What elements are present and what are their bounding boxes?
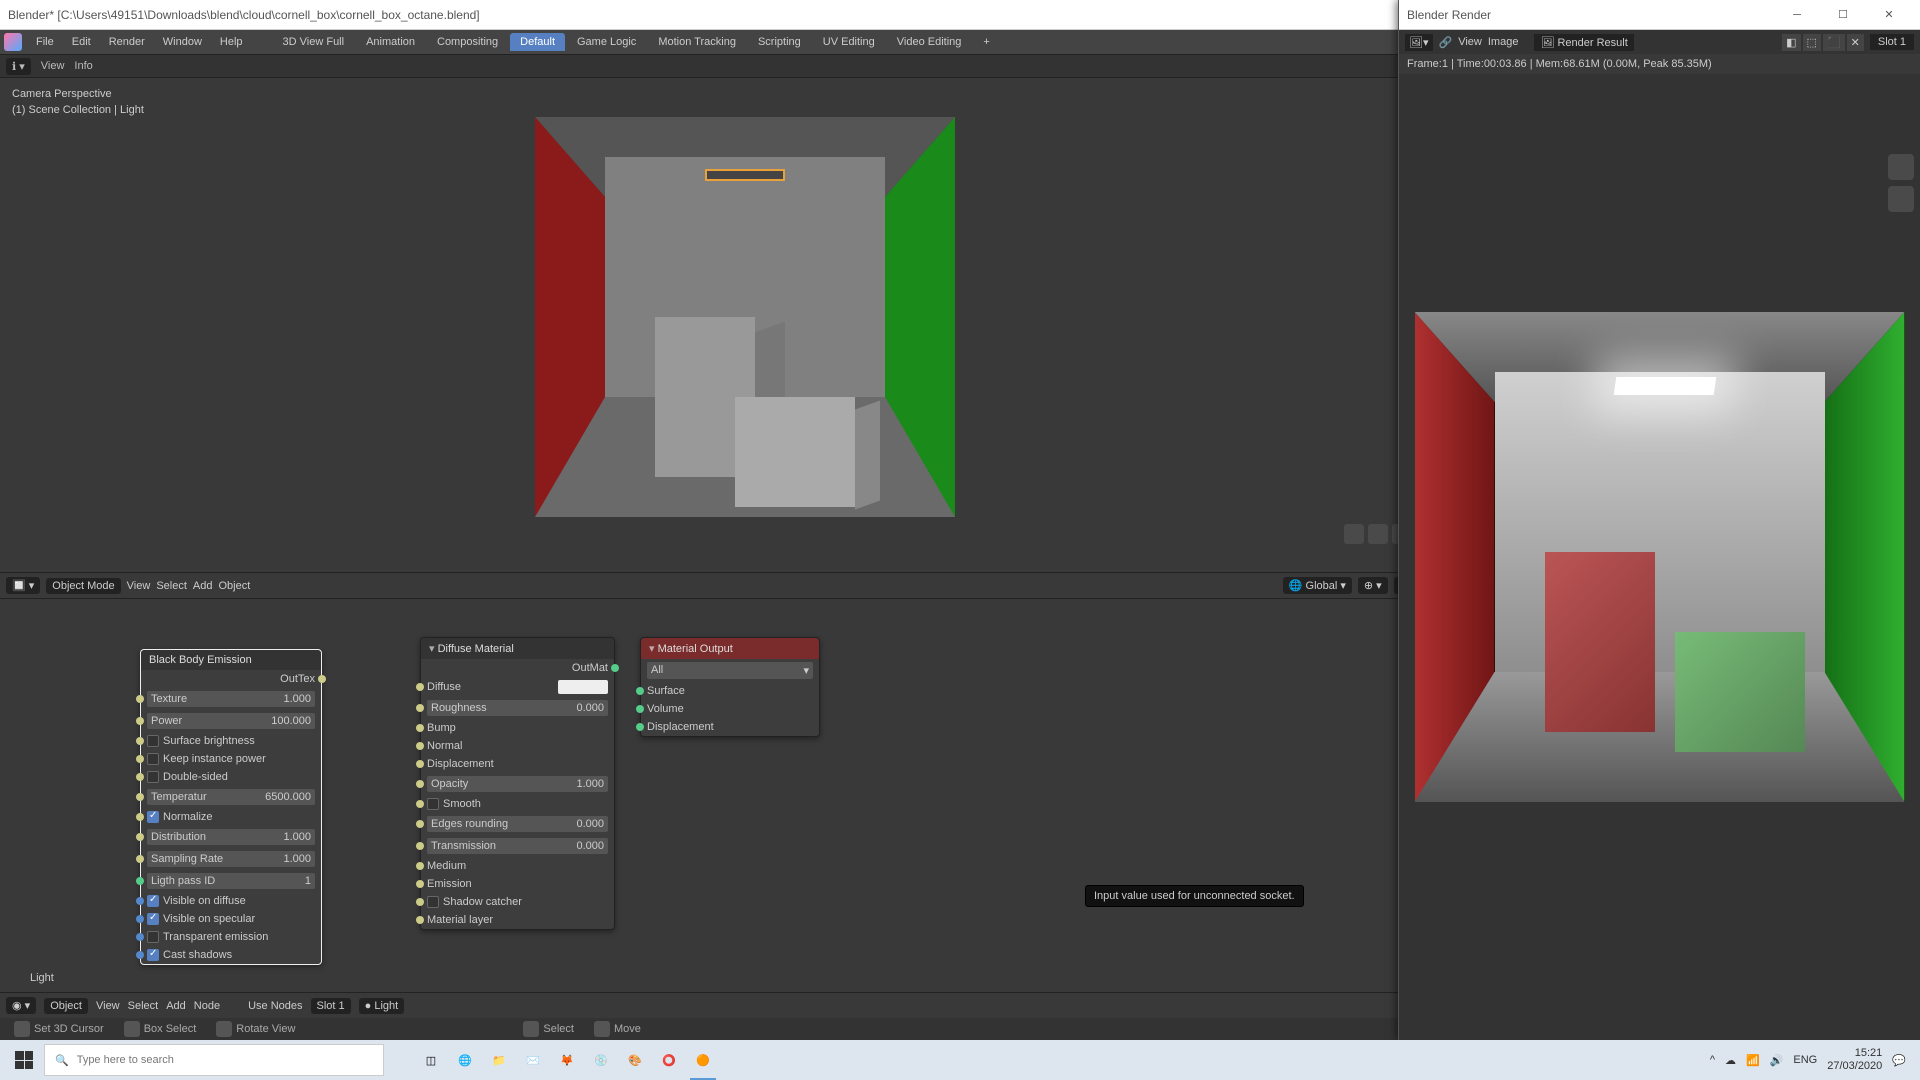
taskbar-search[interactable]: 🔍Type here to search (44, 1044, 384, 1076)
mode-selector[interactable]: Object Mode (46, 578, 120, 594)
tray-network-icon[interactable]: 📶 (1746, 1054, 1760, 1067)
taskbar-app2[interactable]: 🎨 (618, 1040, 652, 1080)
render-result-selector[interactable]: 🖼 Render Result (1534, 34, 1633, 51)
editor-type-image[interactable]: 🖼▾ (1405, 34, 1433, 51)
workspace-tabbar: 3D View Full Animation Compositing Defau… (273, 33, 1000, 51)
3d-viewport[interactable]: Camera Perspective (1) Scene Collection … (0, 78, 1490, 598)
blender-logo-icon (4, 33, 22, 51)
xray-toggle-icon[interactable] (1368, 524, 1388, 544)
rendered-image (1415, 312, 1905, 802)
ne-menu-add[interactable]: Add (166, 1000, 186, 1012)
rw-menu-view[interactable]: View (1458, 36, 1482, 48)
mouse-middle-icon (216, 1021, 232, 1037)
render-maximize[interactable]: ☐ (1820, 0, 1866, 30)
vp-menu-select[interactable]: Select (156, 580, 187, 592)
pivot-selector[interactable]: ⊕ ▾ (1358, 577, 1388, 594)
tab-animation[interactable]: Animation (356, 33, 425, 51)
taskbar-app1[interactable]: 💿 (584, 1040, 618, 1080)
tab-scripting[interactable]: Scripting (748, 33, 811, 51)
taskbar-explorer[interactable]: 📁 (482, 1040, 516, 1080)
mouse-left-icon (124, 1021, 140, 1037)
task-view-icon[interactable]: ◫ (414, 1040, 448, 1080)
menu-window[interactable]: Window (155, 33, 210, 51)
menu-render[interactable]: Render (101, 33, 153, 51)
tab-compositing[interactable]: Compositing (427, 33, 508, 51)
transform-orient-selector[interactable]: 🌐 Global ▾ (1283, 577, 1352, 594)
menu-edit[interactable]: Edit (64, 33, 99, 51)
tray-onedrive-icon[interactable]: ☁ (1725, 1054, 1736, 1067)
render-minimize[interactable]: ─ (1774, 0, 1820, 30)
tray-volume-icon[interactable]: 🔊 (1770, 1054, 1784, 1067)
add-workspace-button[interactable]: + (973, 33, 999, 51)
mouse-left-icon (594, 1021, 610, 1037)
render-window: Blender Render ─ ☐ ✕ 🖼▾ 🔗 View Image 🖼 R… (1398, 0, 1920, 1040)
overlay-toggle-icon[interactable] (1344, 524, 1364, 544)
render-zoom-icon[interactable] (1888, 154, 1914, 180)
taskbar-mail[interactable]: ✉️ (516, 1040, 550, 1080)
node-editor-label: Light (30, 972, 54, 984)
tray-lang[interactable]: ENG (1793, 1054, 1817, 1066)
editor-type-info[interactable]: ℹ ▾ (6, 58, 31, 75)
node-black-body-emission[interactable]: Black Body Emission OutTex Texture1.000 … (140, 649, 322, 965)
vp-menu-object[interactable]: Object (218, 580, 250, 592)
slot-selector-render[interactable]: Slot 1 (1870, 34, 1914, 50)
node-bbe-title[interactable]: Black Body Emission (141, 650, 321, 670)
render-canvas[interactable] (1399, 74, 1920, 1040)
taskbar-app3[interactable]: ⭕ (652, 1040, 686, 1080)
info-menu-info[interactable]: Info (74, 60, 92, 72)
link-icon[interactable]: 🔗 (1439, 36, 1453, 49)
tab-gamelogic[interactable]: Game Logic (567, 33, 646, 51)
node-material-output[interactable]: ▾ Material Output All▾ Surface Volume Di… (640, 637, 820, 737)
tooltip: Input value used for unconnected socket. (1085, 885, 1304, 907)
selected-light-object[interactable] (705, 169, 785, 181)
ne-mode-object[interactable]: Object (44, 998, 88, 1014)
search-icon: 🔍 (55, 1054, 69, 1067)
tab-motiontracking[interactable]: Motion Tracking (648, 33, 746, 51)
render-close[interactable]: ✕ (1866, 0, 1912, 30)
render-pan-icon[interactable] (1888, 186, 1914, 212)
editor-type-3dview[interactable]: 🔲 ▾ (6, 577, 40, 594)
tab-uvediting[interactable]: UV Editing (813, 33, 885, 51)
ne-menu-view[interactable]: View (96, 1000, 120, 1012)
node-editor[interactable]: Black Body Emission OutTex Texture1.000 … (0, 598, 1490, 1018)
viewport-overlay-text: Camera Perspective (1) Scene Collection … (12, 86, 144, 118)
tray-expand-icon[interactable]: ^ (1710, 1054, 1715, 1066)
node-editor-footer: ◉ ▾ Object View Select Add Node Use Node… (0, 992, 1490, 1018)
mouse-left-icon (14, 1021, 30, 1037)
tab-videoediting[interactable]: Video Editing (887, 33, 972, 51)
editor-type-node[interactable]: ◉ ▾ (6, 997, 36, 1014)
start-button[interactable] (4, 1040, 44, 1080)
taskbar-blender[interactable]: 🟠 (686, 1040, 720, 1080)
menu-help[interactable]: Help (212, 33, 251, 51)
cornell-box-scene (535, 117, 955, 517)
node-diffuse-material[interactable]: ▾ Diffuse Material OutMat Diffuse Roughn… (420, 637, 615, 930)
rw-menu-image[interactable]: Image (1488, 36, 1519, 48)
use-nodes-check[interactable] (228, 1000, 240, 1012)
ne-menu-node[interactable]: Node (194, 1000, 220, 1012)
tray-clock[interactable]: 15:2127/03/2020 (1827, 1047, 1882, 1073)
taskbar-firefox[interactable]: 🦊 (550, 1040, 584, 1080)
tab-default[interactable]: Default (510, 33, 565, 51)
render-window-title: Blender Render (1407, 8, 1774, 22)
ne-mat-selector[interactable]: ● Light (359, 998, 405, 1014)
tab-3dviewfull[interactable]: 3D View Full (273, 33, 355, 51)
vp-menu-add[interactable]: Add (193, 580, 213, 592)
tray-notifications-icon[interactable]: 💬 (1892, 1054, 1906, 1067)
menu-file[interactable]: File (28, 33, 62, 51)
vp-menu-view[interactable]: View (127, 580, 151, 592)
mouse-left-icon (523, 1021, 539, 1037)
render-info-text: Frame:1 | Time:00:03.86 | Mem:68.61M (0.… (1399, 54, 1920, 74)
ne-menu-select[interactable]: Select (128, 1000, 159, 1012)
slot-selector[interactable]: Slot 1 (311, 998, 351, 1014)
info-menu-view[interactable]: View (41, 60, 65, 72)
taskbar-edge[interactable]: 🌐 (448, 1040, 482, 1080)
viewport-footer: 🔲 ▾ Object Mode View Select Add Object 🌐… (0, 572, 1490, 598)
windows-taskbar: 🔍Type here to search ◫ 🌐 📁 ✉️ 🦊 💿 🎨 ⭕ 🟠 … (0, 1040, 1920, 1080)
